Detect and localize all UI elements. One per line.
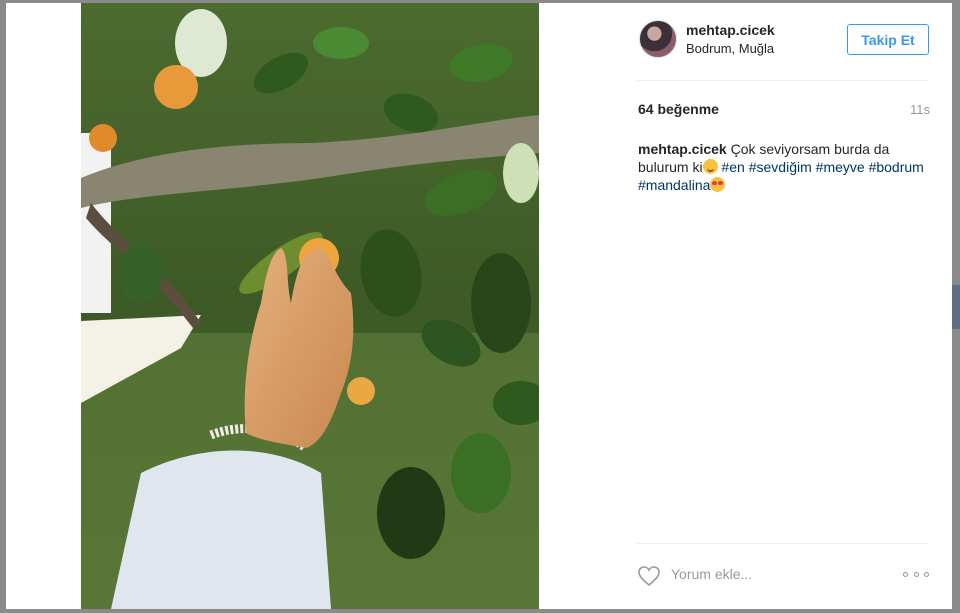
post-sidebar: mehtap.cicek Bodrum, Muğla Takip Et 64 b… <box>539 3 952 609</box>
likes-count[interactable]: 64 beğenme <box>638 101 719 117</box>
hashtag-meyve[interactable]: #meyve <box>816 159 865 175</box>
caption-username[interactable]: mehtap.cicek <box>638 141 727 157</box>
comment-divider <box>637 543 929 544</box>
header-divider <box>637 80 929 81</box>
hashtag-en[interactable]: #en <box>721 159 744 175</box>
comment-input[interactable] <box>671 563 891 585</box>
comment-bar <box>637 559 929 589</box>
window-edge-fragment <box>952 285 960 329</box>
hashtag-mandalina[interactable]: #mandalina <box>638 177 710 193</box>
heart-eyes-emoji-icon <box>710 177 726 192</box>
post-modal: mehtap.cicek Bodrum, Muğla Takip Et 64 b… <box>6 3 952 609</box>
follow-button[interactable]: Takip Et <box>847 24 929 55</box>
heart-outline-icon[interactable] <box>637 565 661 587</box>
hugging-face-emoji-icon <box>702 159 718 174</box>
avatar[interactable] <box>639 20 677 58</box>
post-header: mehtap.cicek Bodrum, Muğla Takip Et <box>539 3 952 79</box>
post-photo[interactable] <box>81 3 539 609</box>
post-timestamp[interactable]: 11s <box>910 102 930 117</box>
post-caption: mehtap.cicek Çok seviyorsam burda da bul… <box>638 140 928 194</box>
more-options-icon[interactable] <box>903 569 929 579</box>
hashtag-bodrum[interactable]: #bodrum <box>869 159 924 175</box>
orange-tree-photo <box>81 3 539 609</box>
hashtag-sevdigim[interactable]: #sevdiğim <box>749 159 812 175</box>
location-link[interactable]: Bodrum, Muğla <box>686 41 774 56</box>
username-link[interactable]: mehtap.cicek <box>686 22 775 38</box>
